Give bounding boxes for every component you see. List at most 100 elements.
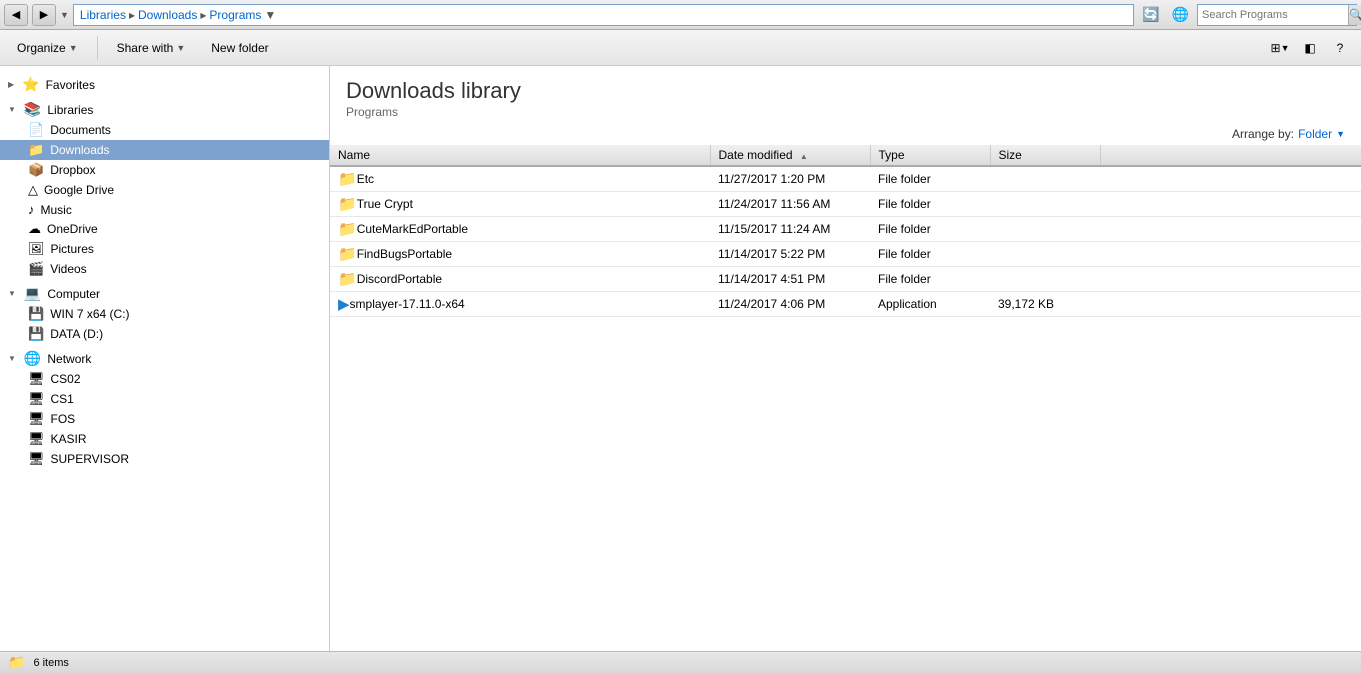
address-path[interactable]: Libraries ▸ Downloads ▸ Programs ▼ (73, 4, 1134, 26)
file-date-modified: 11/27/2017 1:20 PM (710, 166, 870, 192)
sidebar-item-videos[interactable]: 🎬 Videos (0, 259, 329, 279)
arrange-value[interactable]: Folder (1298, 127, 1332, 141)
nav-dropdown[interactable]: ▼ (60, 10, 69, 20)
col-extra-header (1100, 145, 1361, 166)
view-options: ⊞▼ ◧ ? (1267, 37, 1353, 59)
favorites-section: ▶ ⭐ Favorites (0, 74, 329, 95)
table-row[interactable]: 📁 True Crypt 11/24/2017 11:56 AM File fo… (330, 192, 1361, 217)
path-downloads[interactable]: Downloads (138, 8, 197, 22)
sidebar-item-win7[interactable]: 💾 WIN 7 x64 (C:) (0, 304, 329, 324)
table-row[interactable]: 📁 FindBugsPortable 11/14/2017 5:22 PM Fi… (330, 242, 1361, 267)
col-type-header[interactable]: Type (870, 145, 990, 166)
win7-label: WIN 7 x64 (C:) (50, 307, 321, 321)
videos-icon: 🎬 (28, 261, 44, 277)
path-programs[interactable]: Programs (209, 8, 261, 22)
file-name-cell: 📁 CuteMarkEdPortable (330, 217, 710, 242)
main-layout: ▶ ⭐ Favorites ▼ 📚 Libraries 📄 Documents … (0, 66, 1361, 651)
arrange-bar: Arrange by: Folder ▼ (330, 123, 1361, 145)
app-icon: ▶ (338, 295, 350, 313)
compat-button[interactable]: 🌐 (1168, 6, 1193, 23)
folder-icon: 📁 (338, 270, 357, 288)
file-date-modified: 11/14/2017 5:22 PM (710, 242, 870, 267)
table-row[interactable]: ▶ smplayer-17.11.0-x64 11/24/2017 4:06 P… (330, 292, 1361, 317)
file-size (990, 217, 1100, 242)
col-modified-header[interactable]: Date modified ▲ (710, 145, 870, 166)
view-toggle-button[interactable]: ⊞▼ (1267, 37, 1293, 59)
search-input[interactable] (1198, 5, 1348, 25)
file-date-modified: 11/15/2017 11:24 AM (710, 217, 870, 242)
computer-icon: 💻 (24, 285, 41, 302)
favorites-icon: ⭐ (22, 76, 39, 93)
sidebar: ▶ ⭐ Favorites ▼ 📚 Libraries 📄 Documents … (0, 66, 330, 651)
computer-section: ▼ 💻 Computer 💾 WIN 7 x64 (C:) 💾 DATA (D:… (0, 283, 329, 344)
share-with-button[interactable]: Share with ▼ (108, 35, 195, 61)
pictures-label: Pictures (51, 242, 321, 256)
documents-label: Documents (50, 123, 321, 137)
dropbox-icon: 📦 (28, 162, 44, 178)
preview-pane-button[interactable]: ◧ (1297, 37, 1323, 59)
table-row[interactable]: 📁 DiscordPortable 11/14/2017 4:51 PM Fil… (330, 267, 1361, 292)
fos-icon: 🖥 (28, 411, 45, 427)
search-button[interactable]: 🔍 (1348, 5, 1361, 25)
data-d-icon: 💾 (28, 326, 44, 342)
content-header: Downloads library Programs (330, 66, 1361, 123)
sidebar-item-supervisor[interactable]: 🖥 SUPERVISOR (0, 449, 329, 469)
sidebar-item-onedrive[interactable]: ☁ OneDrive (0, 219, 329, 239)
dropbox-label: Dropbox (50, 163, 321, 177)
col-size-header[interactable]: Size (990, 145, 1100, 166)
table-row[interactable]: 📁 Etc 11/27/2017 1:20 PM File folder (330, 166, 1361, 192)
new-folder-button[interactable]: New folder (202, 35, 277, 61)
arrange-dropdown-arrow[interactable]: ▼ (1336, 129, 1345, 139)
file-name: True Crypt (357, 197, 413, 211)
sidebar-item-network[interactable]: ▼ 🌐 Network (0, 348, 329, 369)
win7-icon: 💾 (28, 306, 44, 322)
file-size (990, 166, 1100, 192)
folder-icon: 📁 (338, 245, 357, 263)
sidebar-item-downloads[interactable]: 📁 Downloads (0, 140, 329, 160)
onedrive-label: OneDrive (47, 222, 321, 236)
sidebar-item-computer[interactable]: ▼ 💻 Computer (0, 283, 329, 304)
table-row[interactable]: 📁 CuteMarkEdPortable 11/15/2017 11:24 AM… (330, 217, 1361, 242)
organize-label: Organize (17, 41, 66, 55)
data-d-label: DATA (D:) (50, 327, 321, 341)
new-folder-label: New folder (211, 41, 268, 55)
organize-arrow: ▼ (69, 43, 78, 53)
help-button[interactable]: ? (1327, 37, 1353, 59)
forward-button[interactable]: ▶ (32, 4, 56, 26)
sidebar-item-documents[interactable]: 📄 Documents (0, 120, 329, 140)
organize-button[interactable]: Organize ▼ (8, 35, 87, 61)
sidebar-item-favorites[interactable]: ▶ ⭐ Favorites (0, 74, 329, 95)
file-name: CuteMarkEdPortable (357, 222, 468, 236)
refresh-button[interactable]: 🔄 (1138, 6, 1163, 23)
sidebar-item-data-d[interactable]: 💾 DATA (D:) (0, 324, 329, 344)
file-name: smplayer-17.11.0-x64 (350, 297, 465, 311)
sidebar-item-google-drive[interactable]: △ Google Drive (0, 180, 329, 200)
cs1-label: CS1 (51, 392, 321, 406)
file-type: Application (870, 292, 990, 317)
sidebar-item-cs02[interactable]: 🖥 CS02 (0, 369, 329, 389)
sidebar-item-cs1[interactable]: 🖥 CS1 (0, 389, 329, 409)
computer-expand-arrow: ▼ (8, 289, 16, 298)
back-button[interactable]: ◀ (4, 4, 28, 26)
sidebar-item-libraries[interactable]: ▼ 📚 Libraries (0, 99, 329, 120)
file-type: File folder (870, 166, 990, 192)
google-drive-icon: △ (28, 182, 38, 198)
sidebar-item-pictures[interactable]: 🖼 Pictures (0, 239, 329, 259)
sidebar-item-music[interactable]: ♪ Music (0, 200, 329, 219)
path-libraries[interactable]: Libraries (80, 8, 126, 22)
col-name-header[interactable]: Name (330, 145, 710, 166)
file-date-modified: 11/14/2017 4:51 PM (710, 267, 870, 292)
content-area: Downloads library Programs Arrange by: F… (330, 66, 1361, 651)
folder-icon: 📁 (338, 195, 357, 213)
folder-icon: 📁 (338, 170, 357, 188)
favorites-label: Favorites (46, 78, 95, 92)
file-extra (1100, 166, 1361, 192)
onedrive-icon: ☁ (28, 221, 41, 237)
computer-label: Computer (47, 287, 100, 301)
status-folder-icon: 📁 (8, 654, 25, 671)
sidebar-item-dropbox[interactable]: 📦 Dropbox (0, 160, 329, 180)
libraries-expand-arrow: ▼ (8, 105, 16, 114)
sidebar-item-fos[interactable]: 🖥 FOS (0, 409, 329, 429)
sidebar-item-kasir[interactable]: 🖥 KASIR (0, 429, 329, 449)
file-date-modified: 11/24/2017 11:56 AM (710, 192, 870, 217)
